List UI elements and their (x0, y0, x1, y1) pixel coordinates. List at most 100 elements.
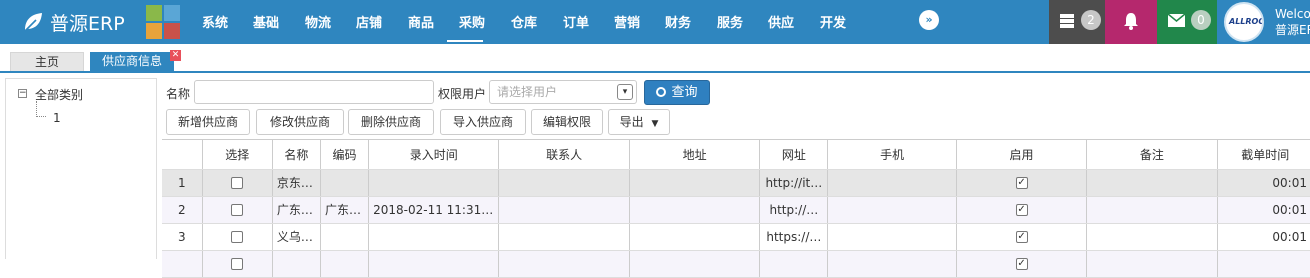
cell-entry-time (368, 250, 500, 278)
nav-item-products[interactable]: 商品 (408, 12, 434, 31)
mail-count-badge: 0 (1191, 10, 1211, 30)
tab-underline (0, 71, 1310, 73)
checkbox-checked-icon[interactable]: ✓ (1015, 177, 1028, 189)
nav-item-purchase[interactable]: 采购 (459, 12, 485, 31)
row-select-cell[interactable] (202, 196, 273, 224)
chevron-down-icon: ▾ (617, 84, 633, 100)
cell-phone (827, 223, 957, 251)
messages-button[interactable]: 2 (1049, 0, 1105, 44)
cell-enabled: ✓ (956, 196, 1088, 224)
envelope-icon (1168, 14, 1185, 27)
delete-supplier-button[interactable]: 删除供应商 (348, 109, 434, 135)
row-select-cell[interactable] (202, 169, 273, 197)
cell-name: 广东… (272, 196, 321, 224)
tab-bar: 主页 供应商信息 ✕ (0, 44, 1310, 72)
brand-logo[interactable]: 普源ERP (22, 8, 125, 36)
cell-contact (498, 196, 630, 224)
tree-node[interactable]: 1 (53, 111, 61, 125)
name-input[interactable] (194, 80, 434, 104)
checkbox-icon[interactable] (231, 258, 244, 270)
avatar[interactable]: ALLROOT (1224, 2, 1264, 42)
supplier-grid: 选择 名称 编码 录入时间 联系人 地址 网址 手机 启用 备注 截单时间 1 … (162, 139, 1310, 278)
cell-address (629, 196, 761, 224)
col-header-address[interactable]: 地址 (629, 140, 761, 170)
checkbox-icon[interactable] (231, 231, 244, 243)
cell-name (272, 250, 321, 278)
row-select-cell[interactable] (202, 250, 273, 278)
cell-note (1086, 223, 1218, 251)
table-row[interactable]: ✓ (162, 250, 1310, 278)
edit-supplier-button[interactable]: 修改供应商 (256, 109, 344, 135)
checkbox-checked-icon[interactable]: ✓ (1015, 231, 1028, 243)
cell-cutoff (1217, 250, 1310, 278)
import-supplier-button[interactable]: 导入供应商 (440, 109, 526, 135)
search-icon (656, 87, 667, 97)
col-header-entry-time[interactable]: 录入时间 (368, 140, 500, 170)
cell-url: https://… (759, 223, 829, 251)
notifications-button[interactable] (1105, 0, 1157, 44)
cell-url (759, 250, 829, 278)
cell-enabled: ✓ (956, 169, 1088, 197)
col-header-note[interactable]: 备注 (1086, 140, 1218, 170)
chevron-double-right-icon[interactable]: » (919, 10, 939, 30)
row-select-cell[interactable] (202, 223, 273, 251)
cell-name: 义乌… (272, 223, 321, 251)
export-button[interactable]: 导出 ▼ (608, 109, 670, 135)
checkbox-checked-icon[interactable]: ✓ (1015, 258, 1028, 270)
nav-item-warehouse[interactable]: 仓库 (511, 12, 537, 31)
nav-item-logistics[interactable]: 物流 (305, 12, 331, 31)
top-bar: 普源ERP 系统 基础 物流 店铺 商品 采购 仓库 订单 营销 财务 服务 供… (0, 0, 1310, 44)
nav-item-develop[interactable]: 开发 (820, 12, 846, 31)
query-button[interactable]: 查询 (644, 80, 710, 105)
nav-item-marketing[interactable]: 营销 (614, 12, 640, 31)
add-supplier-button[interactable]: 新增供应商 (166, 109, 250, 135)
nav-item-orders[interactable]: 订单 (563, 12, 589, 31)
nav-item-finance[interactable]: 财务 (665, 12, 691, 31)
col-header-enabled[interactable]: 启用 (956, 140, 1088, 170)
cell-url: http://… (759, 196, 829, 224)
mail-button[interactable]: 0 (1157, 0, 1217, 44)
cell-address (629, 169, 761, 197)
table-row[interactable]: 3 义乌… https://… ✓ 00:01 (162, 223, 1310, 251)
app-grid-icon[interactable] (146, 5, 180, 39)
cell-contact (498, 250, 630, 278)
brand-name: 普源ERP (50, 12, 125, 35)
checkbox-icon[interactable] (231, 177, 244, 189)
nav-item-service[interactable]: 服务 (717, 12, 743, 31)
nav-item-supply[interactable]: 供应 (768, 12, 794, 31)
cell-note (1086, 169, 1218, 197)
cell-enabled: ✓ (956, 223, 1088, 251)
cell-note (1086, 250, 1218, 278)
checkbox-icon[interactable] (231, 204, 244, 216)
tab-home[interactable]: 主页 (10, 52, 84, 72)
welcome-text[interactable]: Welcome 普源ERP (1275, 6, 1310, 38)
cell-code: 广东… (320, 196, 370, 224)
table-row[interactable]: 1 京东… http://it… ✓ 00:01 (162, 169, 1310, 197)
close-icon[interactable]: ✕ (170, 50, 181, 61)
nav-item-shops[interactable]: 店铺 (356, 12, 382, 31)
table-row[interactable]: 2 广东… 广东… 2018-02-11 11:31:… http://… ✓ … (162, 196, 1310, 224)
edit-permission-button[interactable]: 编辑权限 (531, 109, 603, 135)
perm-user-label: 权限用户 (438, 87, 487, 101)
collapse-icon[interactable]: − (18, 89, 27, 98)
col-header-select[interactable]: 选择 (202, 140, 273, 170)
col-header-phone[interactable]: 手机 (827, 140, 957, 170)
nav-item-basic[interactable]: 基础 (253, 12, 279, 31)
welcome-line: Welcome (1275, 7, 1310, 21)
checkbox-checked-icon[interactable]: ✓ (1015, 204, 1028, 216)
row-index (162, 250, 203, 278)
cell-url: http://it… (759, 169, 829, 197)
cell-cutoff: 00:01 (1217, 223, 1310, 251)
perm-user-placeholder: 请选择用户 (497, 85, 558, 99)
col-header-name[interactable]: 名称 (272, 140, 321, 170)
tab-suppliers[interactable]: 供应商信息 (90, 52, 174, 72)
bell-icon (1124, 13, 1138, 30)
cell-phone (827, 169, 957, 197)
cell-cutoff: 00:01 (1217, 169, 1310, 197)
col-header-url[interactable]: 网址 (759, 140, 829, 170)
perm-user-select[interactable]: 请选择用户 ▾ (489, 80, 637, 104)
col-header-code[interactable]: 编码 (320, 140, 370, 170)
col-header-contact[interactable]: 联系人 (498, 140, 630, 170)
col-header-cutoff[interactable]: 截单时间 (1217, 140, 1310, 170)
nav-item-system[interactable]: 系统 (202, 12, 228, 31)
